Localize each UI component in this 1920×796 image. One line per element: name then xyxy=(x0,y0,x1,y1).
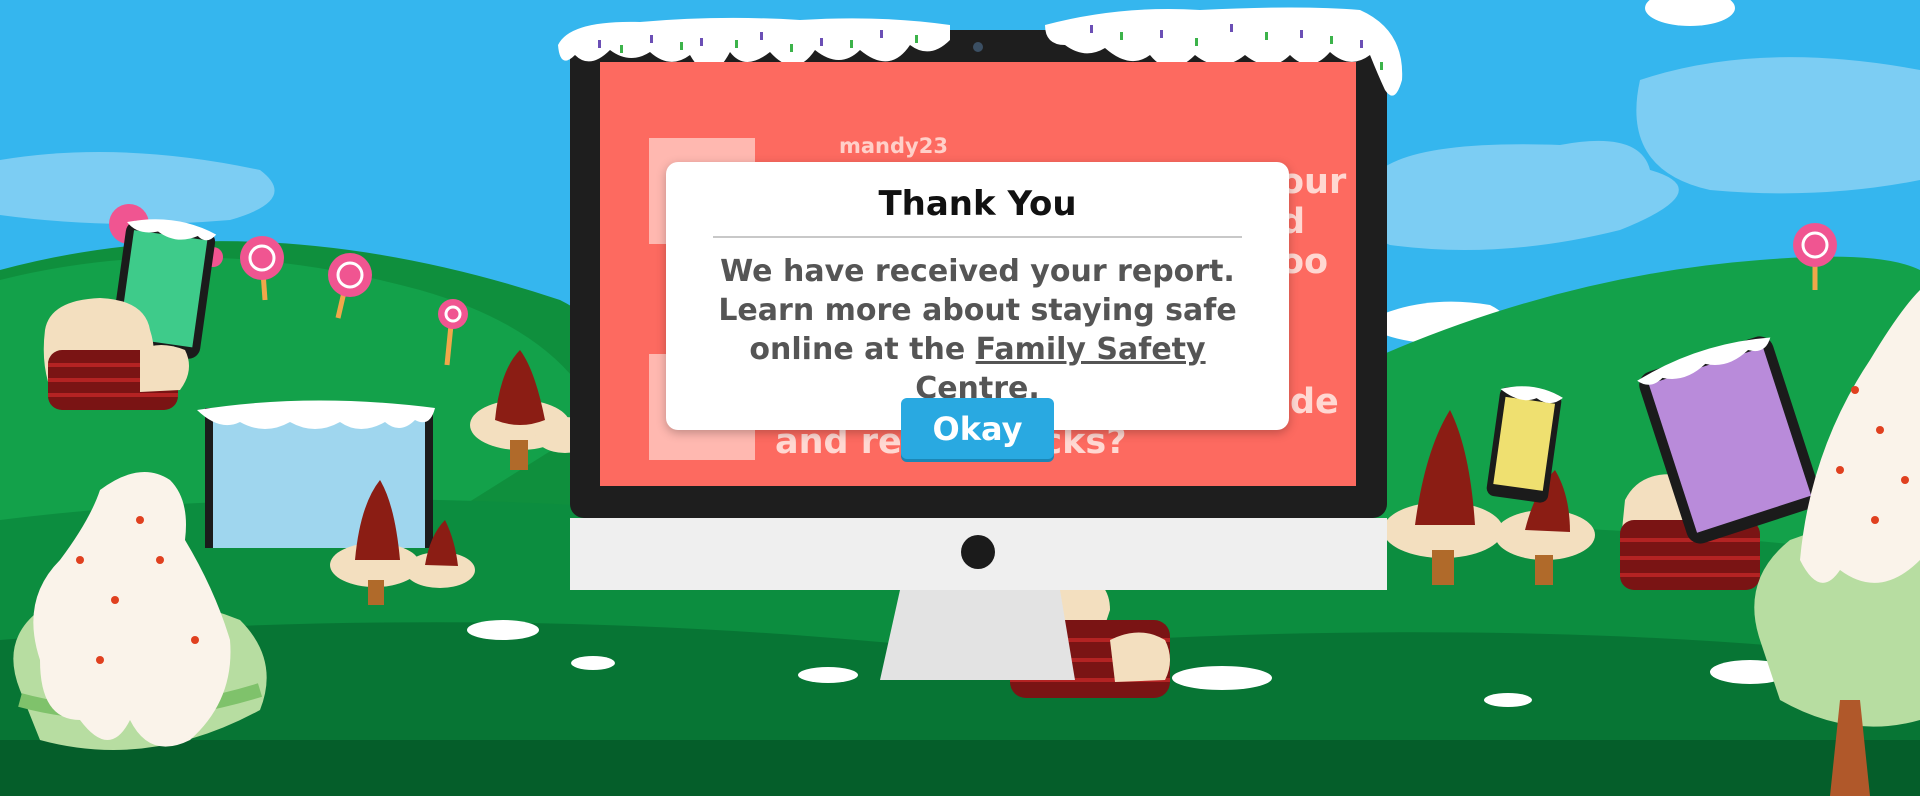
post-text-fragment: de xyxy=(1290,382,1339,422)
post-text-fragment: our d oo xyxy=(1280,162,1347,282)
report-confirmation-dialog: Thank You We have received your report. … xyxy=(666,162,1289,430)
dialog-divider xyxy=(713,236,1242,238)
post-username: mandy23 xyxy=(839,134,948,158)
dialog-title: Thank You xyxy=(878,184,1077,224)
okay-button[interactable]: Okay xyxy=(901,398,1054,459)
dialog-message: We have received your report. Learn more… xyxy=(686,252,1269,408)
